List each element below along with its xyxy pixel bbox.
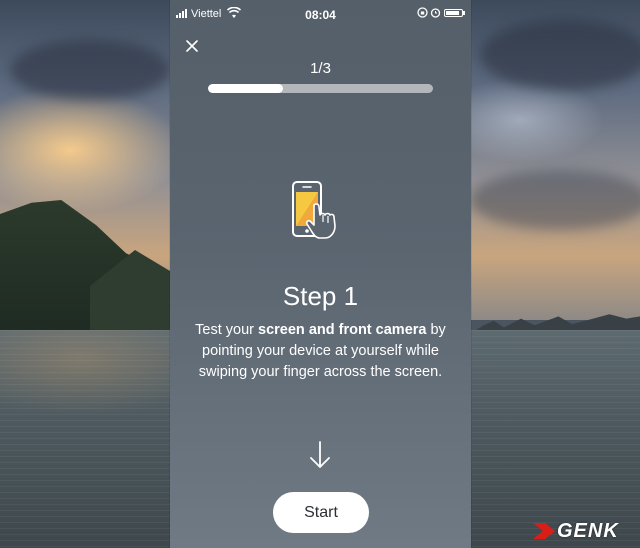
step-title: Step 1: [282, 281, 359, 311]
phone-swipe-icon: [292, 181, 336, 239]
cloud: [10, 40, 170, 100]
description-text: Test your: [195, 322, 259, 338]
close-button[interactable]: [183, 37, 201, 55]
battery-nub: [463, 11, 465, 15]
watermark-text: GENK: [557, 520, 619, 542]
progress-fill: [208, 84, 283, 93]
arrow-down-icon: [310, 441, 330, 468]
alarm-icon: [430, 8, 441, 18]
step-counter: 1/3: [310, 60, 331, 77]
cloud: [480, 20, 640, 90]
phone-screen: Viettel 08:04 1/3 Step 1 Test your scree…: [170, 0, 471, 548]
watermark-logo: GENK: [533, 520, 633, 542]
watermark-arrow-icon: [533, 523, 555, 539]
description-emphasis: screen and front camera: [258, 322, 427, 338]
battery-icon: [444, 9, 463, 17]
progress-bar: [208, 84, 433, 93]
orientation-lock-icon: [417, 7, 428, 18]
cloud: [470, 170, 640, 230]
step-description: Test your screen and front camera by poi…: [176, 320, 465, 383]
status-bar: Viettel 08:04: [170, 0, 471, 30]
start-button[interactable]: Start: [273, 492, 369, 533]
